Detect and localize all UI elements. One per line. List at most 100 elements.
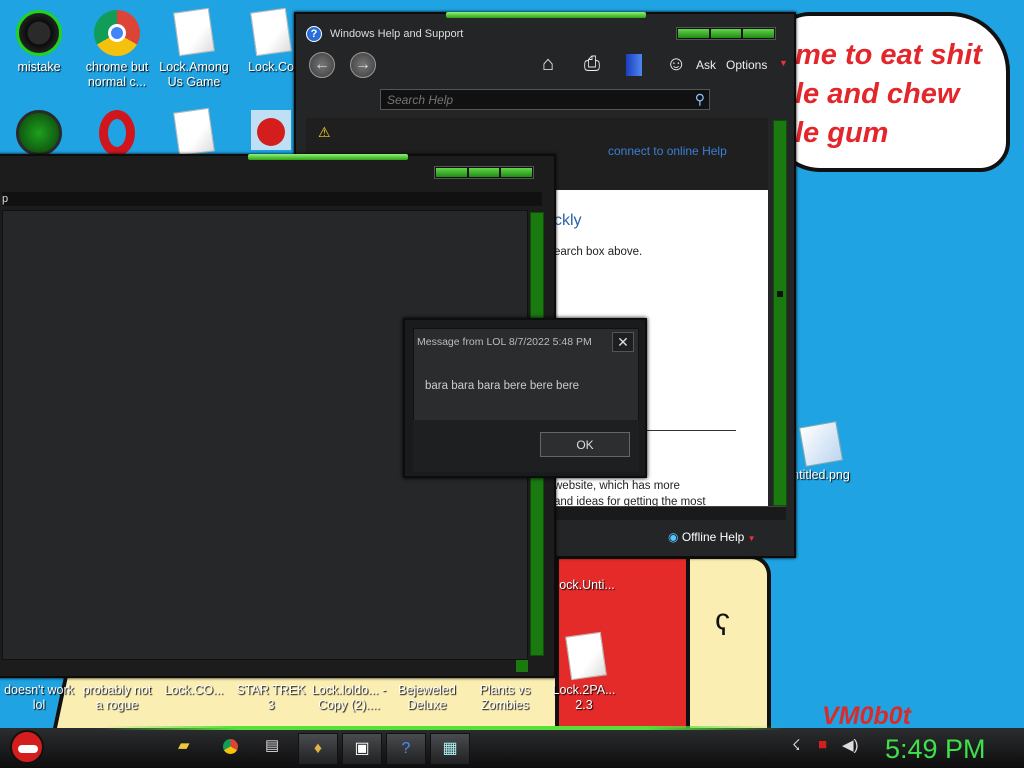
monitor-icon[interactable]: ■	[818, 736, 827, 753]
message-dialog[interactable]: Message from LOL 8/7/2022 5:48 PM ✕ bara…	[403, 318, 647, 478]
desktop-icon-among-us[interactable]: Lock.Among Us Game	[155, 7, 233, 90]
taskbar-item[interactable]: ♦	[298, 733, 338, 765]
window-title: Windows Help and Support	[330, 28, 464, 40]
offline-help-button[interactable]: ◉ Offline Help ▼	[668, 530, 756, 544]
start-button[interactable]	[10, 730, 44, 764]
globe-icon: ◉	[668, 530, 679, 544]
close-button[interactable]	[501, 168, 533, 177]
desktop-icon-lock-loldo[interactable]: Lock.loldo... - Copy (2)....	[310, 683, 388, 713]
browse-help-icon[interactable]	[626, 54, 642, 76]
close-button[interactable]	[743, 29, 775, 38]
desktop-icon-label: Plants vs Zombies	[479, 683, 531, 712]
ask-icon[interactable]: ☺	[666, 52, 686, 76]
title-accent	[248, 154, 408, 160]
warning-icon: ⚠	[318, 124, 331, 140]
desktop-icon-label: doesn't work lol	[4, 683, 74, 712]
content-heading: ckly	[554, 212, 582, 229]
close-icon[interactable]: ✕	[612, 332, 634, 352]
connect-online-link[interactable]: connect to online Help	[608, 144, 727, 158]
forward-button[interactable]: →	[350, 52, 376, 78]
back-button[interactable]: ←	[309, 52, 335, 78]
desktop-icon-label: Lock.Among Us Game	[159, 60, 229, 89]
wallpaper-drawing: ʕ	[686, 555, 771, 730]
desktop-icon-star-trek[interactable]: STAR TREK 3	[232, 683, 310, 713]
window-controls[interactable]	[676, 27, 776, 40]
angry-bird-icon	[251, 110, 291, 150]
desktop-icon-label: STAR TREK 3	[236, 683, 306, 712]
network-icon[interactable]: ☇	[792, 736, 801, 754]
desktop-icon-label: chrome but normal c...	[85, 60, 149, 89]
desktop-icon-lock-co-2[interactable]: Lock.CO...	[155, 683, 233, 698]
desktop-icon-label: Lock.2PA... 2.3	[552, 683, 616, 712]
search-icon[interactable]: ⚲	[695, 91, 705, 108]
maximize-button[interactable]	[710, 29, 742, 38]
content-text: earch box above.	[554, 246, 643, 258]
desktop-icon-doesnt-work[interactable]: doesn't work lol	[0, 683, 78, 713]
chrome-icon	[94, 10, 140, 56]
desktop-icon-opera[interactable]	[78, 108, 156, 160]
desktop-icon-chrome[interactable]: chrome but normal c...	[78, 8, 156, 90]
vertical-scrollbar[interactable]	[773, 120, 787, 506]
window-icon: ▣	[354, 740, 370, 757]
document-icon	[250, 7, 292, 57]
volume-icon[interactable]: ◀)	[842, 736, 859, 754]
media-icon[interactable]: ▤	[265, 736, 279, 754]
search-box[interactable]: ⚲	[380, 89, 710, 110]
ask-button[interactable]: Ask	[696, 58, 716, 72]
document-icon	[173, 107, 215, 157]
taskbar-item-active[interactable]: ▦	[430, 733, 470, 765]
document-icon	[565, 631, 607, 681]
resize-grip[interactable]	[516, 660, 528, 672]
desktop-icon-label: Bejeweled Deluxe	[398, 683, 456, 712]
wallpaper-signature: VM0b0t	[822, 702, 911, 730]
taskbar-item[interactable]: ▣	[342, 733, 382, 765]
title-accent	[446, 12, 646, 18]
desktop-icon-recycle-bin[interactable]	[0, 108, 78, 160]
desktop-icon-plants-vs-zombies[interactable]: Plants vs Zombies	[466, 683, 544, 713]
recycle-bin-icon	[16, 110, 62, 156]
ok-button[interactable]: OK	[540, 432, 630, 457]
window-controls[interactable]	[434, 166, 534, 179]
desktop-icon-lock-2pa[interactable]	[547, 631, 625, 684]
taskbar	[0, 726, 1024, 768]
dropdown-icon: ▼	[747, 534, 756, 543]
folder-icon[interactable]: ▰	[178, 736, 190, 754]
clock[interactable]: 5:49 PM	[885, 734, 986, 765]
window-title-bar: p	[2, 192, 542, 206]
help-icon: ?	[401, 740, 411, 757]
chrome-icon[interactable]	[223, 739, 238, 754]
scrollbar-thumb[interactable]	[777, 291, 783, 297]
desktop-icon-label: ock.Unti...	[559, 578, 615, 592]
desktop-icon-bejeweled[interactable]: Bejeweled Deluxe	[388, 683, 466, 713]
minimize-button[interactable]	[436, 168, 467, 177]
maximize-button[interactable]	[468, 168, 500, 177]
dialog-title: Message from LOL 8/7/2022 5:48 PM	[417, 336, 592, 348]
desktop-icon-mistake[interactable]: mistake	[0, 8, 78, 75]
desktop-icon-label: mistake	[17, 60, 61, 74]
content-footer-text: website, which has more	[554, 480, 680, 492]
desktop-icon-document[interactable]	[155, 107, 233, 160]
divider	[636, 430, 736, 431]
offline-help-label: Offline Help	[681, 530, 745, 544]
notepad-icon: ▦	[442, 740, 458, 757]
dialog-message: bara bara bara bere bere bere	[425, 380, 580, 392]
home-icon[interactable]: ⌂	[542, 52, 554, 76]
search-input[interactable]	[381, 90, 681, 109]
desktop-icon-probably-not-a-rogue[interactable]: probably not a rogue	[78, 683, 156, 713]
wallpaper-bubble-text: me to eat shit le and chew le gum	[795, 39, 982, 149]
image-file-icon	[798, 421, 844, 467]
bag-icon: ♦	[313, 740, 323, 757]
document-icon	[173, 7, 215, 57]
help-icon: ?	[306, 26, 322, 42]
taskbar-item-help[interactable]: ?	[386, 733, 426, 765]
opera-icon	[99, 110, 135, 156]
options-dropdown-icon: ▼	[779, 58, 788, 68]
options-menu[interactable]: Options	[726, 58, 767, 72]
desktop-icon-label: Lock.loldo... - Copy (2)....	[311, 683, 387, 712]
desktop-icon-label: Lock.CO...	[164, 683, 224, 697]
desktop-icon-label: probably not a rogue	[82, 683, 152, 712]
desktop-icon-lock-2pa-label[interactable]: Lock.2PA... 2.3	[545, 683, 623, 713]
print-icon[interactable]: ⎙	[584, 52, 600, 76]
razer-icon	[16, 10, 62, 56]
minimize-button[interactable]	[678, 29, 709, 38]
